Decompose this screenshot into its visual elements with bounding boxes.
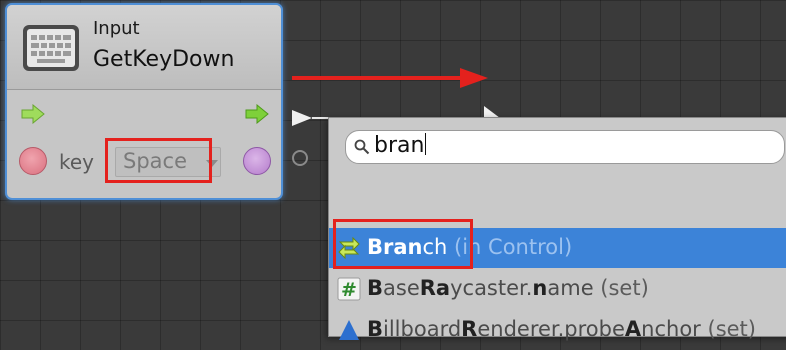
result-item-billboardrenderer-probeanchor[interactable]: BillboardRenderer.probeAnchor (set) — [329, 310, 786, 350]
highlight-key-dropdown — [105, 138, 212, 183]
key-port-label: key — [59, 150, 95, 174]
control-input-port-icon[interactable] — [21, 104, 45, 124]
annotation-arrow-icon — [292, 68, 488, 88]
value-output-port[interactable] — [243, 147, 271, 175]
node-kind-label: Input — [93, 18, 140, 39]
control-output-port-icon[interactable] — [245, 104, 269, 124]
node-header[interactable]: Input GetKeyDown — [7, 5, 281, 90]
result-label: BillboardRenderer.probeAnchor (set) — [367, 317, 756, 341]
result-label: BaseRaycaster.name (set) — [367, 276, 649, 300]
search-icon — [354, 139, 370, 155]
result-item-baseraycaster-name[interactable]: # BaseRaycaster.name (set) — [329, 269, 786, 309]
graph-canvas[interactable]: Input GetKeyDown key Space bran Branch (… — [0, 0, 786, 341]
key-input-port[interactable] — [19, 147, 47, 175]
keyboard-icon — [23, 25, 79, 71]
svg-text:#: # — [341, 279, 357, 301]
search-value: bran — [374, 133, 427, 158]
search-input[interactable]: bran — [345, 130, 785, 164]
text-caret — [425, 133, 427, 155]
hash-icon: # — [337, 277, 361, 301]
triangle-icon — [339, 320, 359, 340]
highlight-branch-result — [333, 219, 473, 269]
node-title: GetKeyDown — [93, 47, 235, 72]
